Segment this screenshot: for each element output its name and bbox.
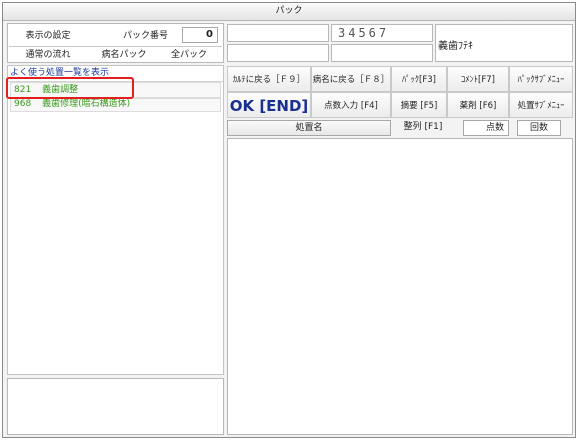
item-code: 968 (14, 99, 32, 109)
normal-flow-button[interactable]: 通常の流れ (18, 49, 78, 61)
patient-number: 34567 (338, 26, 390, 40)
ok-end-button[interactable]: OK [END] (227, 92, 311, 118)
medicine-button[interactable]: 薬剤 [F6] (447, 92, 509, 118)
pack-window: パック 表示の設定 パック番号 0 通常の流れ 病名パック 全パック よく使う処… (2, 2, 576, 438)
settings-divider (9, 46, 222, 47)
denture-label: 義歯ﾌﾃｷ (438, 41, 473, 52)
window-title: パック (3, 3, 575, 21)
settings-panel: 表示の設定 パック番号 0 通常の流れ 病名パック 全パック (7, 23, 224, 63)
column-points[interactable]: 点数 (463, 120, 509, 136)
treatment-table-body[interactable] (227, 138, 573, 435)
list-item[interactable]: 968 義歯修理(暗石構造体) (10, 98, 221, 112)
info-field-1 (227, 24, 329, 42)
column-treatment-name[interactable]: 処置名 (227, 120, 391, 136)
display-settings-button[interactable]: 表示の設定 (18, 30, 78, 42)
common-treatment-list: よく使う処置一覧を表示 821 義歯調整 968 義歯修理(暗石構造体) (7, 65, 224, 375)
pack-number-field[interactable]: 0 (182, 27, 218, 43)
back-to-chart-button[interactable]: ｶﾙﾃに戻る［Ｆ９］ (227, 66, 311, 92)
comment-button[interactable]: ｺﾒﾝﾄ[F7] (447, 66, 509, 92)
all-pack-button[interactable]: 全パック (164, 49, 214, 61)
pack-sub-menu-button[interactable]: ﾊﾟｯｸｻﾌﾞﾒﾆｭｰ (509, 66, 573, 92)
selection-highlight (6, 77, 134, 99)
item-name: 義歯修理(暗石構造体) (42, 99, 131, 109)
left-bottom-panel (7, 378, 224, 435)
info-field-4 (331, 44, 433, 62)
patient-info-panel: 34567 義歯ﾌﾃｷ (227, 23, 573, 63)
column-count[interactable]: 回数 (517, 120, 561, 136)
toolbar: ｶﾙﾃに戻る［Ｆ９］ 病名に戻る［Ｆ８］ ﾊﾟｯｸ[F3] ｺﾒﾝﾄ[F7] ﾊ… (227, 66, 573, 118)
points-input-button[interactable]: 点数入力 [F4] (311, 92, 391, 118)
pack-button[interactable]: ﾊﾟｯｸ[F3] (391, 66, 447, 92)
pack-number-label: パック番号 (122, 31, 168, 41)
back-to-disease-button[interactable]: 病名に戻る［Ｆ８］ (311, 66, 391, 92)
summary-button[interactable]: 摘要 [F5] (391, 92, 447, 118)
table-header: 処置名 整列 [F1] 点数 回数 (227, 120, 573, 137)
disease-pack-button[interactable]: 病名パック (94, 49, 154, 61)
sort-button[interactable]: 整列 [F1] (393, 120, 453, 136)
denture-field: 義歯ﾌﾃｷ (435, 24, 573, 62)
info-field-2 (227, 44, 329, 62)
patient-number-field: 34567 (331, 24, 433, 42)
treatment-sub-menu-button[interactable]: 処置ｻﾌﾞﾒﾆｭｰ (509, 92, 573, 118)
